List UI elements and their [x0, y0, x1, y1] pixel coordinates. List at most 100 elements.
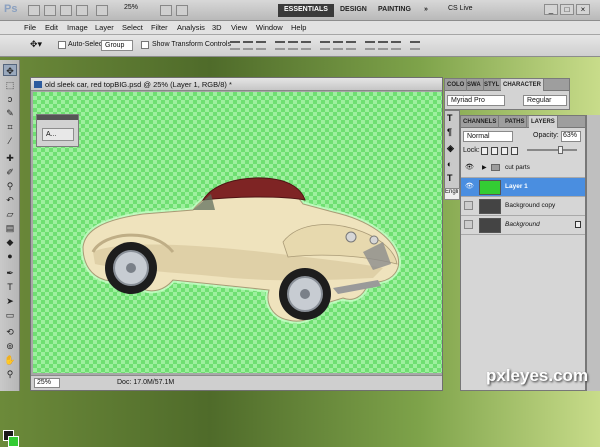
visibility-eye-icon[interactable]: 👁 — [465, 183, 474, 190]
visibility-toggle[interactable] — [464, 201, 473, 210]
opacity-slider[interactable] — [527, 146, 577, 154]
canvas[interactable] — [33, 92, 442, 373]
healing-brush-tool-icon[interactable]: ✚ — [3, 152, 17, 164]
auto-align-icon[interactable] — [410, 41, 420, 50]
extras-icon[interactable] — [60, 5, 72, 16]
maximize-icon[interactable]: □ — [560, 4, 574, 15]
lock-position-icon[interactable] — [501, 147, 508, 155]
dodge-tool-icon[interactable]: ● — [3, 250, 17, 262]
quick-select-tool-icon[interactable]: ✎ — [3, 107, 17, 119]
blur-tool-icon[interactable]: ◆ — [3, 236, 17, 248]
menu-select[interactable]: Select — [122, 23, 143, 32]
crop-tool-icon[interactable]: ⌗ — [3, 121, 17, 133]
menu-edit[interactable]: Edit — [45, 23, 58, 32]
align-vertical-center-icon[interactable] — [243, 41, 253, 50]
distribute-center-icon[interactable] — [333, 41, 343, 50]
align-left-icon[interactable] — [275, 41, 285, 50]
screen-mode-icon[interactable] — [176, 5, 188, 16]
opacity-field[interactable]: 63% — [561, 131, 581, 142]
bridge-icon[interactable] — [28, 5, 40, 16]
show-transform-checkbox[interactable] — [141, 41, 149, 49]
tab-channels[interactable]: CHANNELS — [461, 116, 500, 128]
close-icon[interactable]: × — [576, 4, 590, 15]
type-tool-icon[interactable]: T — [3, 281, 17, 293]
layers-panel-icon[interactable]: ◈ — [447, 143, 454, 154]
status-zoom-field[interactable]: 25% — [34, 378, 60, 388]
move-tool-icon[interactable]: ✥ — [3, 64, 17, 76]
distribute-top-icon[interactable] — [320, 41, 330, 50]
shape-tool-icon[interactable]: ▭ — [3, 309, 17, 321]
hand-icon[interactable] — [96, 5, 108, 16]
cs-live-button[interactable]: CS Live — [448, 5, 473, 12]
align-top-icon[interactable] — [230, 41, 240, 50]
language-field[interactable]: Engli — [444, 188, 460, 200]
workspace-painting[interactable]: PAINTING — [372, 4, 417, 17]
eyedropper-tool-icon[interactable]: ⁄ — [3, 135, 17, 147]
layer-row-cut-parts[interactable]: 👁 ▶ cut parts — [461, 159, 585, 178]
workspace-design[interactable]: DESIGN — [334, 4, 373, 17]
menu-3d[interactable]: 3D — [212, 23, 222, 32]
marquee-tool-icon[interactable]: ⬚ — [3, 79, 17, 91]
document-tab[interactable]: old sleek car, red topBIG.psd @ 25% (Lay… — [31, 78, 442, 91]
menu-analysis[interactable]: Analysis — [177, 23, 205, 32]
zoom-tool-icon[interactable]: ⚲ — [3, 368, 17, 380]
tab-swatches[interactable]: SWA — [465, 79, 484, 91]
lock-all-icon[interactable] — [511, 147, 518, 155]
path-selection-tool-icon[interactable]: ➤ — [3, 295, 17, 307]
lock-transparent-icon[interactable] — [481, 147, 488, 155]
align-horizontal-center-icon[interactable] — [288, 41, 298, 50]
menu-layer[interactable]: Layer — [95, 23, 114, 32]
align-bottom-icon[interactable] — [256, 41, 266, 50]
zoom-level-icon[interactable] — [76, 5, 88, 16]
float-panel-header[interactable] — [37, 115, 78, 120]
visibility-eye-icon[interactable]: 👁 — [465, 164, 474, 171]
hand-tool-icon[interactable]: ✋ — [3, 354, 17, 366]
clone-stamp-tool-icon[interactable]: ⚲ — [3, 180, 17, 192]
doc-size-info[interactable]: Doc: 17.0M/57.1M — [117, 379, 174, 386]
menu-file[interactable]: File — [24, 23, 36, 32]
mini-bridge-icon[interactable] — [44, 5, 56, 16]
gradient-tool-icon[interactable]: ▤ — [3, 222, 17, 234]
paragraph-panel-icon[interactable]: ¶ — [447, 127, 452, 137]
opacity-slider-knob[interactable] — [558, 146, 563, 154]
background-color-swatch[interactable] — [8, 436, 19, 447]
tab-layers[interactable]: LAYERS — [529, 116, 558, 128]
move-tool-preset-icon[interactable]: ✥▾ — [30, 39, 42, 50]
more-workspaces-button[interactable]: » — [418, 4, 434, 17]
distribute-right-icon[interactable] — [391, 41, 401, 50]
font-family-dropdown[interactable]: Myriad Pro — [447, 95, 505, 106]
eraser-tool-icon[interactable]: ▱ — [3, 208, 17, 220]
zoom-combo[interactable]: 25% — [124, 4, 138, 11]
auto-select-dropdown[interactable]: Group — [101, 40, 133, 51]
pen-tool-icon[interactable]: ✒ — [3, 267, 17, 279]
menu-filter[interactable]: Filter — [151, 23, 168, 32]
tab-character[interactable]: CHARACTER — [501, 79, 544, 91]
tab-paths[interactable]: PATHS — [503, 116, 528, 128]
history-brush-tool-icon[interactable]: ↶ — [3, 194, 17, 206]
align-right-icon[interactable] — [301, 41, 311, 50]
float-panel-button[interactable]: A... — [42, 128, 74, 141]
layer-row-background[interactable]: Background — [461, 216, 585, 235]
visibility-toggle[interactable] — [464, 220, 473, 229]
menu-help[interactable]: Help — [291, 23, 306, 32]
adjustments-panel-icon[interactable]: ◐ — [447, 159, 452, 169]
menu-image[interactable]: Image — [67, 23, 88, 32]
lock-image-icon[interactable] — [491, 147, 498, 155]
distribute-bottom-icon[interactable] — [346, 41, 356, 50]
type-panel-icon[interactable]: T — [447, 173, 453, 183]
menu-window[interactable]: Window — [256, 23, 283, 32]
auto-select-checkbox[interactable] — [58, 41, 66, 49]
blend-mode-dropdown[interactable]: Normal — [463, 131, 513, 142]
minimize-icon[interactable]: _ — [544, 4, 558, 15]
layer-row-background-copy[interactable]: Background copy — [461, 197, 585, 216]
3d-orbit-tool-icon[interactable]: ⊚ — [3, 340, 17, 352]
brush-tool-icon[interactable]: ✐ — [3, 166, 17, 178]
tab-styles[interactable]: STYL — [482, 79, 503, 91]
3d-rotate-tool-icon[interactable]: ⟲ — [3, 326, 17, 338]
character-panel-icon[interactable]: T — [447, 113, 453, 123]
lasso-tool-icon[interactable]: ↄ — [3, 93, 17, 105]
arrange-documents-icon[interactable] — [160, 5, 172, 16]
font-style-dropdown[interactable]: Regular — [523, 95, 567, 106]
layer-row-layer-1[interactable]: 👁 Layer 1 — [461, 178, 585, 197]
tab-color[interactable]: COLO — [445, 79, 468, 91]
